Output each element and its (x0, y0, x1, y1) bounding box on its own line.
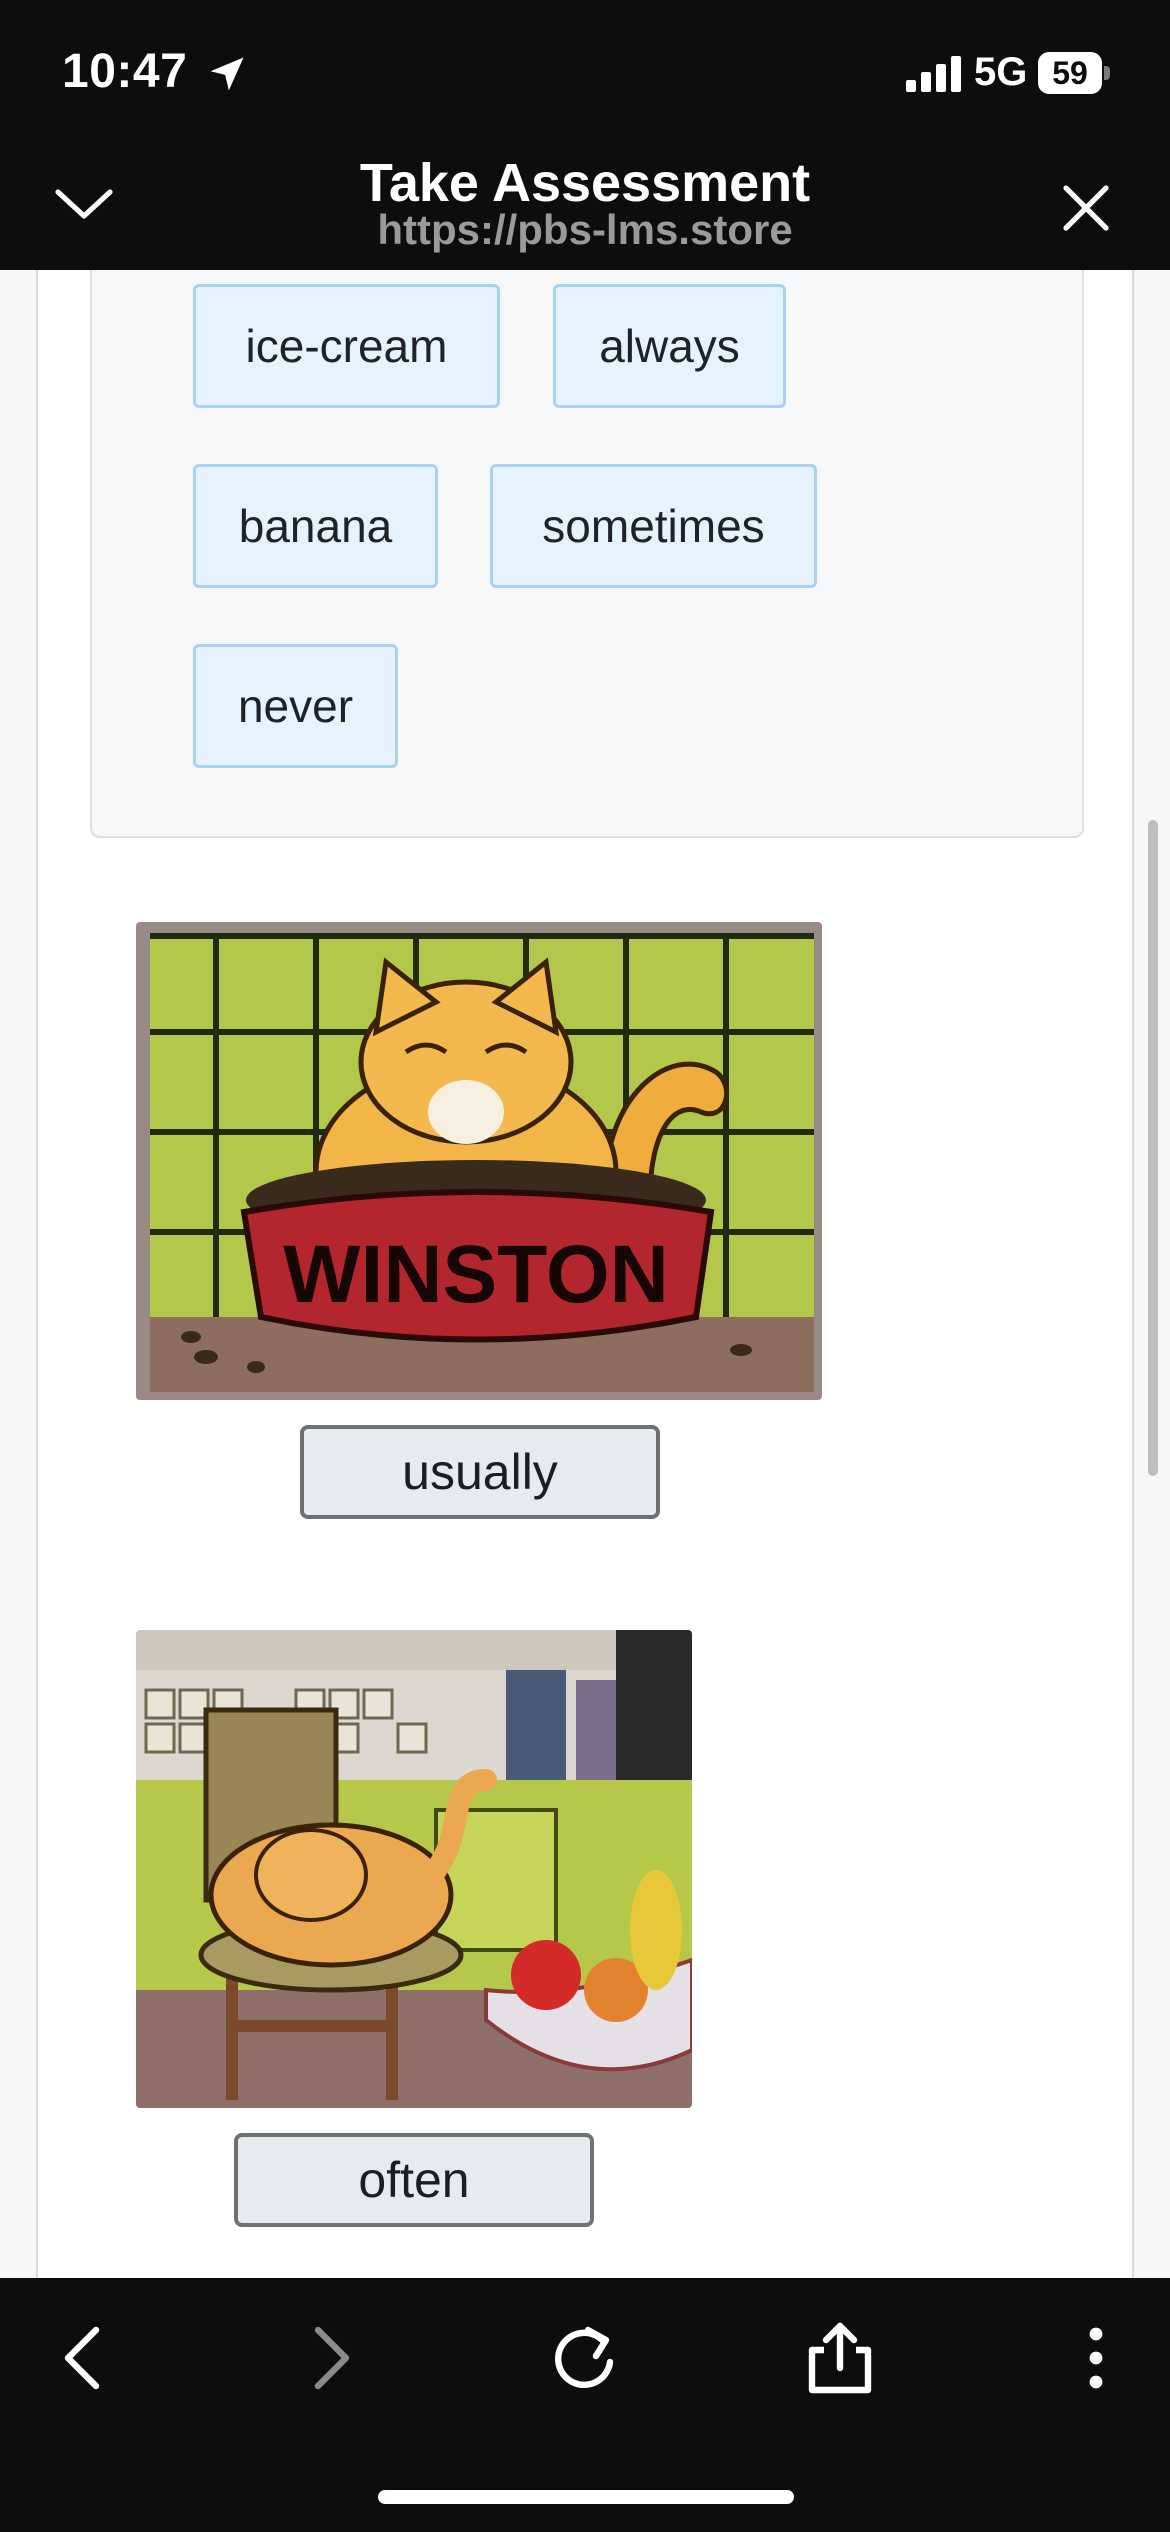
word-chip[interactable]: never (193, 644, 398, 768)
battery-icon: 59 (1038, 52, 1110, 94)
battery-level: 59 (1052, 55, 1088, 91)
word-bank: ice-cream always banana sometimes never (90, 270, 1084, 838)
reload-icon[interactable] (544, 2318, 624, 2398)
share-icon[interactable] (800, 2318, 880, 2398)
word-chip[interactable]: ice-cream (193, 284, 500, 408)
back-icon[interactable] (44, 2318, 124, 2398)
forward-icon[interactable] (290, 2318, 370, 2398)
signal-icon (906, 56, 961, 92)
answer-box[interactable]: often (234, 2133, 594, 2227)
word-chip[interactable]: banana (193, 464, 438, 588)
web-content: ice-cream always banana sometimes never (0, 270, 1170, 2278)
answer-box[interactable]: usually (300, 1425, 660, 1519)
assessment-frame: ice-cream always banana sometimes never (36, 270, 1134, 2278)
question-picture-cat-sleeping (136, 1630, 692, 2108)
network-label: 5G (974, 50, 1028, 94)
status-bar: 10:47 5G 59 (0, 0, 1170, 140)
more-options-icon[interactable] (1056, 2318, 1136, 2398)
scrollbar[interactable] (1148, 820, 1158, 1476)
home-indicator[interactable] (378, 2490, 794, 2504)
close-icon[interactable] (1058, 180, 1114, 236)
location-arrow-icon (210, 57, 244, 91)
word-chip[interactable]: sometimes (490, 464, 817, 588)
bowl-name-text: WINSTON (283, 1229, 669, 1320)
browser-header: Take Assessment https://pbs-lms.store (0, 140, 1170, 270)
question-picture-cat-eating: WINSTON (136, 922, 822, 1400)
page-title: Take Assessment (359, 153, 811, 213)
status-time: 10:47 (62, 45, 188, 98)
page-url: https://pbs-lms.store (377, 206, 793, 253)
word-chip[interactable]: always (553, 284, 786, 408)
